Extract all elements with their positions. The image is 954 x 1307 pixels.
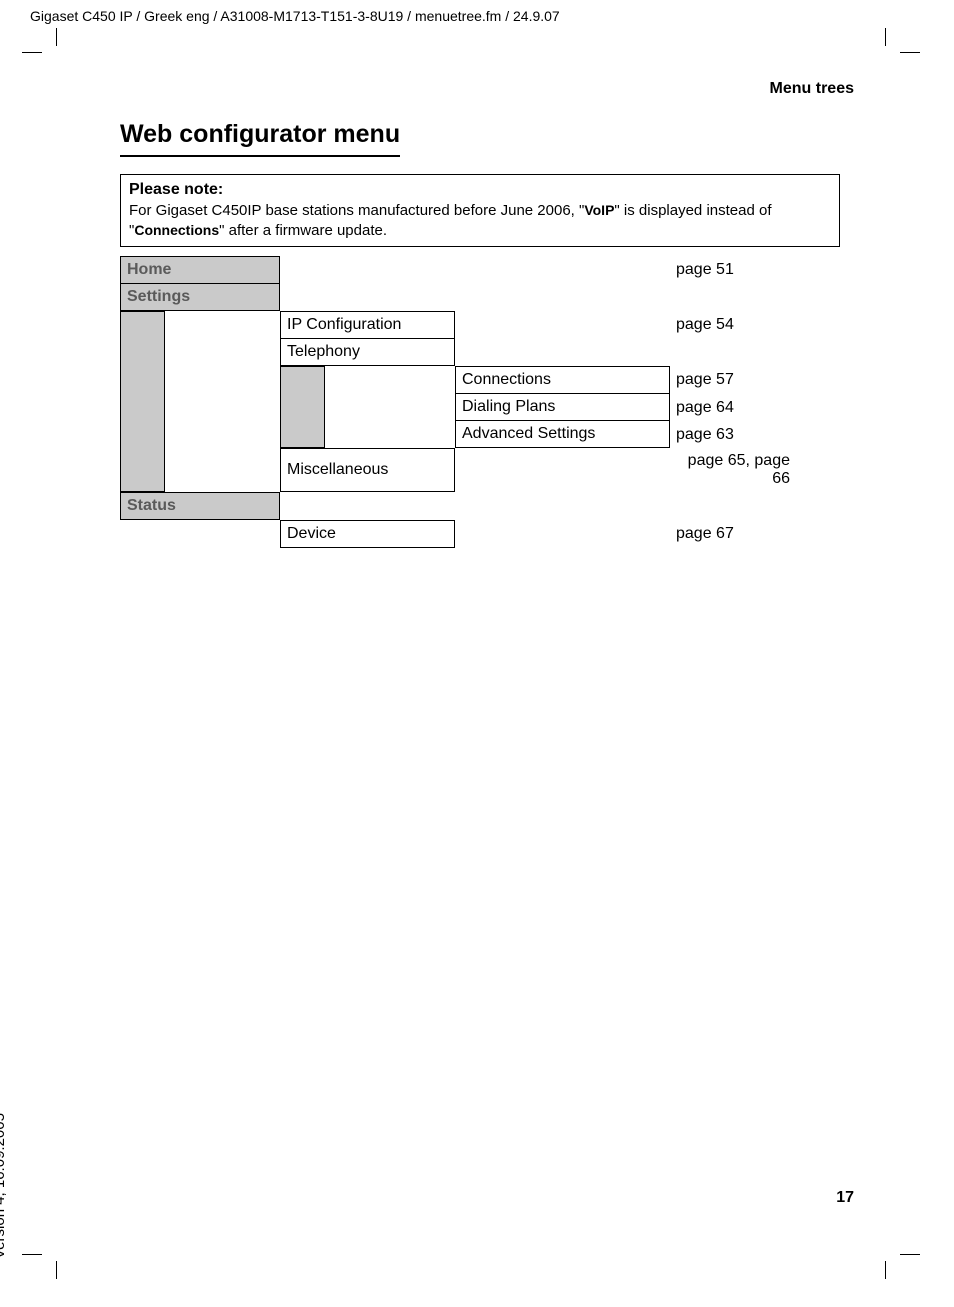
spacer xyxy=(455,448,670,492)
spacer xyxy=(120,421,165,448)
doc-header: Gigaset C450 IP / Greek eng / A31008-M17… xyxy=(30,8,560,24)
version-text: Version 4, 16.09.2005 xyxy=(0,1113,8,1259)
menu-miscellaneous: Miscellaneous xyxy=(280,448,455,492)
spacer xyxy=(455,311,670,339)
spacer xyxy=(120,448,165,492)
menu-device: Device xyxy=(280,520,455,548)
crop-mark xyxy=(22,52,42,53)
table-row: Connections page 57 xyxy=(120,366,840,394)
note-box: Please note: For Gigaset C450IP base sta… xyxy=(120,174,840,247)
table-row: Telephony xyxy=(120,339,840,366)
spacer xyxy=(165,394,280,421)
table-row: Status xyxy=(120,492,840,520)
table-row: Miscellaneous page 65, page 66 xyxy=(120,448,840,492)
page-ref: page 54 xyxy=(670,311,840,339)
crop-mark xyxy=(56,28,57,46)
spacer xyxy=(165,421,280,448)
note-text-part: " after a firmware update. xyxy=(219,222,387,239)
menu-connections: Connections xyxy=(455,366,670,394)
table-row: Advanced Settings page 63 xyxy=(120,421,840,448)
spacer xyxy=(325,394,455,421)
note-voip: VoIP xyxy=(584,202,614,218)
note-text: For Gigaset C450IP base stations manufac… xyxy=(129,201,831,240)
table-row: Settings xyxy=(120,284,840,311)
page-ref: page 67 xyxy=(670,520,840,548)
menu-home: Home xyxy=(120,256,280,284)
spacer xyxy=(120,366,165,394)
page-ref: page 65, page 66 xyxy=(670,448,840,492)
menu-advanced-settings: Advanced Settings xyxy=(455,421,670,448)
crop-mark xyxy=(22,1254,42,1255)
spacer xyxy=(325,366,455,394)
note-text-part: For Gigaset C450IP base stations manufac… xyxy=(129,202,584,219)
spacer xyxy=(280,256,455,284)
menu-telephony: Telephony xyxy=(280,339,455,366)
spacer xyxy=(455,256,670,284)
crop-mark xyxy=(885,1261,886,1279)
spacer xyxy=(455,520,670,548)
spacer xyxy=(280,421,325,448)
crop-mark xyxy=(900,1254,920,1255)
spacer xyxy=(120,311,165,339)
page-ref: page 57 xyxy=(670,366,840,394)
crop-mark xyxy=(56,1261,57,1279)
spacer xyxy=(165,366,280,394)
menu-status: Status xyxy=(120,492,280,520)
table-row: Home page 51 xyxy=(120,256,840,284)
spacer xyxy=(165,311,280,339)
spacer xyxy=(165,448,280,492)
page-ref: page 63 xyxy=(670,421,840,448)
menu-ip-config: IP Configuration xyxy=(280,311,455,339)
spacer xyxy=(165,339,280,366)
table-row: Dialing Plans page 64 xyxy=(120,394,840,421)
page-ref: page 51 xyxy=(670,256,840,284)
table-row: IP Configuration page 54 xyxy=(120,311,840,339)
section-header: Menu trees xyxy=(770,80,854,98)
page-number: 17 xyxy=(836,1189,854,1207)
spacer xyxy=(325,421,455,448)
menu-table: Home page 51 Settings IP Configuration p… xyxy=(120,256,840,548)
crop-mark xyxy=(885,28,886,46)
page-ref: page 64 xyxy=(670,394,840,421)
note-title: Please note: xyxy=(129,181,831,199)
page-title: Web configurator menu xyxy=(120,120,400,157)
spacer xyxy=(120,520,280,548)
spacer xyxy=(280,394,325,421)
table-row: Device page 67 xyxy=(120,520,840,548)
spacer xyxy=(120,394,165,421)
menu-settings: Settings xyxy=(120,284,280,311)
menu-dialing-plans: Dialing Plans xyxy=(455,394,670,421)
spacer xyxy=(120,339,165,366)
note-connections: Connections xyxy=(134,222,219,238)
spacer xyxy=(280,366,325,394)
crop-mark xyxy=(900,52,920,53)
